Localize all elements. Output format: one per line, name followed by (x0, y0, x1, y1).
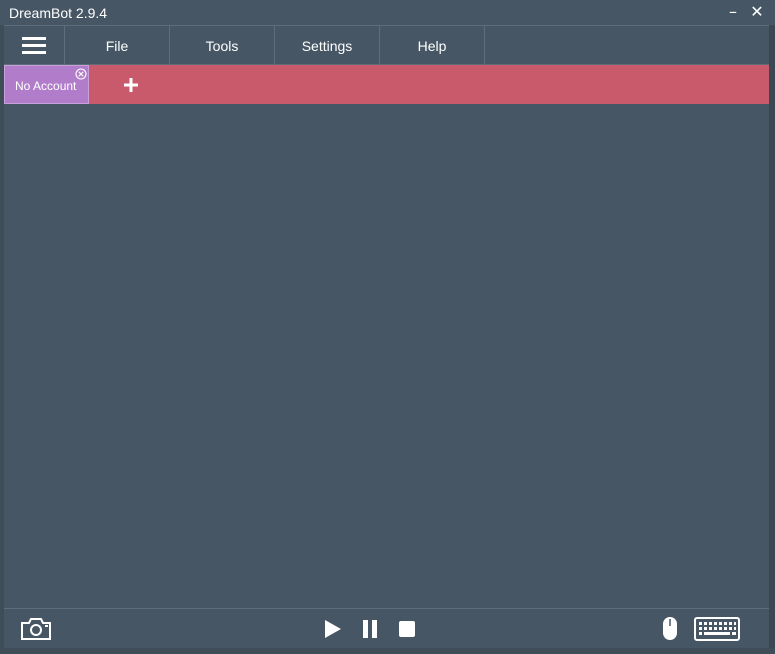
pause-icon[interactable] (361, 619, 379, 639)
stop-icon[interactable] (398, 620, 416, 638)
client-area[interactable] (4, 104, 769, 608)
menu-file[interactable]: File (65, 26, 170, 64)
window-bottom-border (0, 648, 775, 654)
play-icon[interactable] (323, 619, 343, 639)
hamburger-icon (22, 37, 46, 55)
tab-label: No Account (15, 79, 77, 93)
menu-tools[interactable]: Tools (170, 26, 275, 64)
close-tab-icon[interactable] (75, 68, 87, 80)
minimize-button[interactable]: – (724, 2, 742, 22)
mouse-icon[interactable] (662, 616, 678, 641)
menu-help[interactable]: Help (380, 26, 485, 64)
client-tab-bar: No Account (4, 65, 769, 104)
plus-icon[interactable] (121, 75, 141, 95)
menu-settings[interactable]: Settings (275, 26, 380, 64)
bottom-toolbar (4, 608, 769, 648)
title-bar: DreamBot 2.9.4 – ✕ (0, 0, 775, 25)
menu-bar: File Tools Settings Help (4, 25, 769, 65)
hamburger-menu-button[interactable] (4, 26, 65, 64)
dreambot-window: DreamBot 2.9.4 – ✕ File Tools Settings H… (0, 0, 775, 654)
tab-no-account[interactable]: No Account (4, 65, 89, 104)
camera-icon[interactable] (20, 617, 52, 641)
window-right-border (769, 25, 775, 654)
close-button[interactable]: ✕ (748, 2, 766, 22)
keyboard-icon[interactable] (694, 617, 740, 641)
window-title: DreamBot 2.9.4 (9, 5, 108, 21)
